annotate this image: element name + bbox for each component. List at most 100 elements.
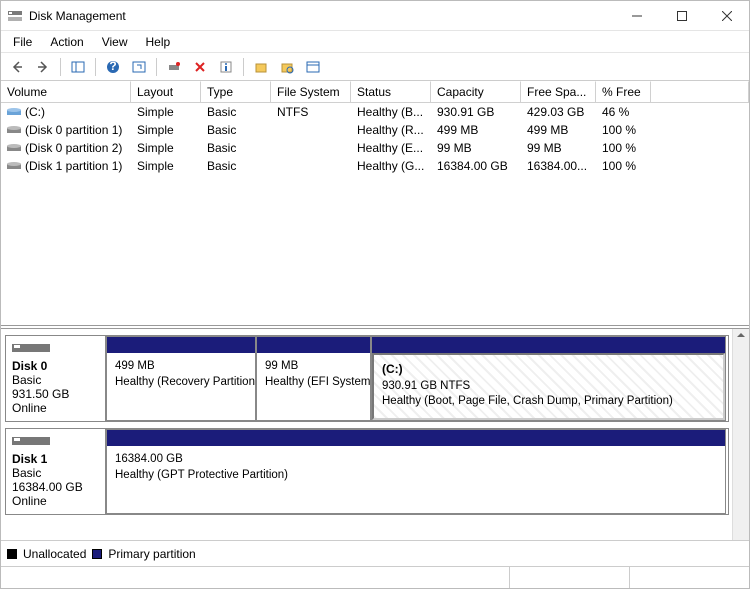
cell-type: Basic	[201, 158, 271, 174]
maximize-button[interactable]	[659, 1, 704, 31]
show-hide-button[interactable]	[66, 56, 90, 78]
cell-fs: NTFS	[271, 104, 351, 120]
partition[interactable]: 499 MBHealthy (Recovery Partition)	[106, 336, 256, 421]
partition-body: 99 MBHealthy (EFI System Partition)	[257, 353, 370, 420]
forward-button[interactable]	[31, 56, 55, 78]
new-volume-button[interactable]	[249, 56, 273, 78]
cell-status: Healthy (G...	[351, 158, 431, 174]
disk-partitions: 499 MBHealthy (Recovery Partition)99 MBH…	[106, 336, 728, 421]
volume-row[interactable]: (Disk 0 partition 2)SimpleBasicHealthy (…	[1, 139, 749, 157]
cell-volume: (Disk 0 partition 2)	[1, 140, 131, 156]
menu-view[interactable]: View	[94, 33, 136, 51]
explore-button[interactable]	[275, 56, 299, 78]
cell-capacity: 99 MB	[431, 140, 521, 156]
col-type[interactable]: Type	[201, 81, 271, 102]
refresh-button[interactable]	[127, 56, 151, 78]
cell-free: 99 MB	[521, 140, 596, 156]
cell-pct: 46 %	[596, 104, 651, 120]
toolbar-separator	[156, 58, 157, 76]
toolbar: ?	[1, 53, 749, 81]
cell-layout: Simple	[131, 140, 201, 156]
properties-button[interactable]	[214, 56, 238, 78]
settings-button[interactable]	[301, 56, 325, 78]
list-filler	[1, 175, 749, 325]
partition-body: 16384.00 GBHealthy (GPT Protective Parti…	[107, 446, 725, 513]
cell-capacity: 499 MB	[431, 122, 521, 138]
col-volume[interactable]: Volume	[1, 81, 131, 102]
partition-bar	[107, 337, 255, 353]
legend-swatch-primary	[92, 549, 102, 559]
cell-pct: 100 %	[596, 158, 651, 174]
partition[interactable]: 16384.00 GBHealthy (GPT Protective Parti…	[106, 429, 726, 514]
volume-list: Volume Layout Type File System Status Ca…	[1, 81, 749, 325]
disk-info[interactable]: Disk 1Basic16384.00 GBOnline	[6, 429, 106, 514]
disk-row: Disk 0Basic931.50 GBOnline499 MBHealthy …	[5, 335, 729, 422]
volume-row[interactable]: (Disk 1 partition 1)SimpleBasic Healthy (…	[1, 157, 749, 175]
partition-bar	[257, 337, 370, 353]
partition-body: (C:)930.91 GB NTFSHealthy (Boot, Page Fi…	[372, 353, 725, 420]
app-icon	[7, 8, 23, 24]
disk-icon	[12, 435, 50, 447]
column-headers: Volume Layout Type File System Status Ca…	[1, 81, 749, 103]
statusbar	[1, 566, 749, 588]
cell-status: Healthy (R...	[351, 122, 431, 138]
col-filesystem[interactable]: File System	[271, 81, 351, 102]
volume-row[interactable]: (C:)SimpleBasicNTFSHealthy (B...930.91 G…	[1, 103, 749, 121]
cell-layout: Simple	[131, 122, 201, 138]
cell-status: Healthy (B...	[351, 104, 431, 120]
back-button[interactable]	[5, 56, 29, 78]
col-freespace[interactable]: Free Spa...	[521, 81, 596, 102]
cell-volume: (Disk 0 partition 1)	[1, 122, 131, 138]
disk-icon	[12, 342, 50, 354]
toolbar-separator	[243, 58, 244, 76]
cell-layout: Simple	[131, 158, 201, 174]
titlebar: Disk Management	[1, 1, 749, 31]
cell-free: 429.03 GB	[521, 104, 596, 120]
legend: Unallocated Primary partition	[1, 540, 749, 566]
col-capacity[interactable]: Capacity	[431, 81, 521, 102]
cell-layout: Simple	[131, 104, 201, 120]
partition-body: 499 MBHealthy (Recovery Partition)	[107, 353, 255, 420]
volume-rows: (C:)SimpleBasicNTFSHealthy (B...930.91 G…	[1, 103, 749, 175]
rescan-button[interactable]	[162, 56, 186, 78]
minimize-button[interactable]	[614, 1, 659, 31]
menu-action[interactable]: Action	[42, 33, 91, 51]
partition[interactable]: (C:)930.91 GB NTFSHealthy (Boot, Page Fi…	[371, 336, 726, 421]
vertical-scrollbar[interactable]	[732, 329, 749, 540]
disk-pane: Disk 0Basic931.50 GBOnline499 MBHealthy …	[1, 329, 749, 566]
menu-file[interactable]: File	[5, 33, 40, 51]
col-status[interactable]: Status	[351, 81, 431, 102]
status-cell-2	[509, 567, 629, 588]
legend-primary: Primary partition	[108, 547, 195, 561]
window-title: Disk Management	[29, 9, 614, 23]
help-button[interactable]: ?	[101, 56, 125, 78]
col-pctfree[interactable]: % Free	[596, 81, 651, 102]
disk-rows: Disk 0Basic931.50 GBOnline499 MBHealthy …	[1, 329, 749, 540]
cell-free: 16384.00...	[521, 158, 596, 174]
cell-volume: (Disk 1 partition 1)	[1, 158, 131, 174]
menu-help[interactable]: Help	[138, 33, 179, 51]
svg-text:?: ?	[109, 60, 116, 73]
cell-fs	[271, 165, 351, 167]
disk-partitions: 16384.00 GBHealthy (GPT Protective Parti…	[106, 429, 728, 514]
cell-capacity: 16384.00 GB	[431, 158, 521, 174]
status-cell-1	[1, 567, 509, 588]
status-cell-3	[629, 567, 749, 588]
cell-fs	[271, 147, 351, 149]
cell-capacity: 930.91 GB	[431, 104, 521, 120]
partition[interactable]: 99 MBHealthy (EFI System Partition)	[256, 336, 371, 421]
volume-row[interactable]: (Disk 0 partition 1)SimpleBasic Healthy (…	[1, 121, 749, 139]
cell-free: 499 MB	[521, 122, 596, 138]
cell-type: Basic	[201, 140, 271, 156]
cell-type: Basic	[201, 104, 271, 120]
toolbar-separator	[60, 58, 61, 76]
partition-bar	[107, 430, 725, 446]
toolbar-separator	[95, 58, 96, 76]
disk-info[interactable]: Disk 0Basic931.50 GBOnline	[6, 336, 106, 421]
cell-type: Basic	[201, 122, 271, 138]
delete-button[interactable]	[188, 56, 212, 78]
close-button[interactable]	[704, 1, 749, 31]
col-layout[interactable]: Layout	[131, 81, 201, 102]
menubar: File Action View Help	[1, 31, 749, 53]
legend-unallocated: Unallocated	[23, 547, 86, 561]
